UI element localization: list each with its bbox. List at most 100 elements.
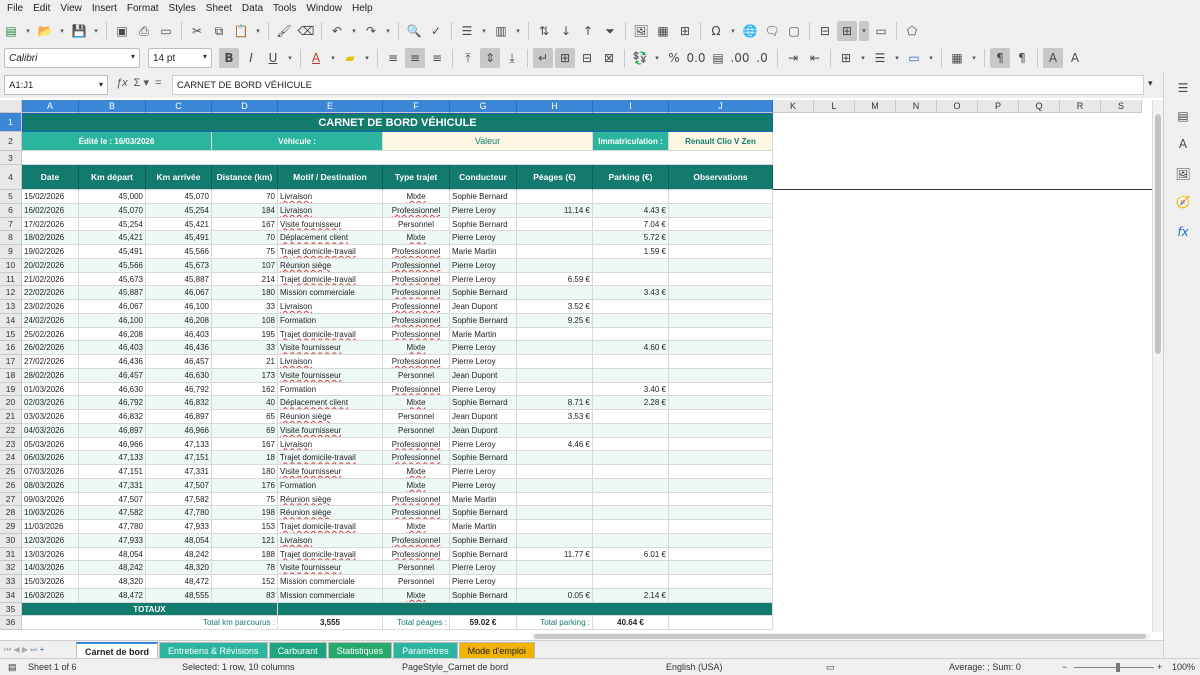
table-cell[interactable]: Formation [278,478,383,493]
observations-cell[interactable] [669,258,773,273]
table-cell[interactable]: Formation [278,382,383,397]
table-cell[interactable]: Réunion siège [278,492,383,507]
blank-row[interactable] [22,151,773,165]
align-bottom-icon[interactable]: ⤓ [502,48,522,68]
table-cell[interactable]: 48,555 [146,588,212,603]
zoom-in-icon[interactable]: + [1157,662,1162,672]
row-header[interactable]: 28 [0,506,22,520]
total-tolls-value[interactable]: 59.02 € [450,616,517,630]
table-cell[interactable]: 46,067 [146,286,212,300]
table-cell[interactable]: 04/03/2026 [22,423,79,438]
table-cell[interactable]: 24/02/2026 [22,313,79,328]
row-header[interactable]: 3 [0,151,22,165]
table-cell[interactable]: 33 [212,300,278,314]
status-language[interactable]: English (USA) [666,662,723,672]
row-header[interactable]: 29 [0,520,22,534]
table-cell[interactable]: Visite fournisseur [278,341,383,355]
column-header-q[interactable]: Q [1019,100,1060,113]
table-cell[interactable]: 70 [212,190,278,204]
table-cell[interactable]: Mixte [383,478,450,493]
table-cell[interactable]: 06/03/2026 [22,451,79,465]
last-sheet-icon[interactable]: ⏭ [30,645,37,655]
table-cell[interactable]: 45,070 [146,190,212,204]
zoom-out-icon[interactable]: − [1062,662,1067,672]
table-cell[interactable]: 46,897 [146,410,212,424]
table-cell[interactable]: Trajet domicile-travail [278,547,383,562]
merge-cells-icon[interactable]: ⊟ [577,48,597,68]
table-cell[interactable] [593,465,669,479]
add-decimal-icon[interactable]: .00 [730,48,750,68]
currency-dropdown-icon[interactable]: ▾ [652,48,662,68]
table-cell[interactable]: Livraison [278,533,383,548]
clone-formatting-icon[interactable]: 🖌 [274,21,294,41]
table-cell[interactable]: Personnel [383,368,450,383]
observations-cell[interactable] [669,355,773,369]
table-cell[interactable]: 48,472 [79,588,146,603]
observations-cell[interactable] [669,588,773,603]
table-cell[interactable]: Pierre Leroy [450,272,517,287]
table-cell[interactable] [517,355,593,369]
table-cell[interactable]: Professionnel [383,437,450,452]
table-cell[interactable]: 48,320 [79,575,146,589]
table-cell[interactable]: Pierre Leroy [450,465,517,479]
borders-icon[interactable]: ⊞ [836,48,856,68]
observations-cell[interactable] [669,327,773,342]
table-cell[interactable] [517,575,593,589]
observations-cell[interactable] [669,368,773,383]
undo-icon[interactable]: ↶ [327,21,347,41]
align-left-icon[interactable]: ≡ [383,48,403,68]
table-cell[interactable] [593,327,669,342]
percent-format-icon[interactable]: % [664,48,684,68]
number-format-icon[interactable]: 0.0 [686,48,706,68]
table-cell[interactable]: 40 [212,396,278,410]
table-cell[interactable]: 75 [212,492,278,507]
row-header[interactable]: 25 [0,465,22,479]
table-cell[interactable] [593,410,669,424]
table-cell[interactable]: Professionnel [383,451,450,465]
font-name-combo[interactable]: Calibri ▾ [4,48,140,68]
left-to-right-icon[interactable]: ¶ [990,48,1010,68]
table-cell[interactable] [517,451,593,465]
column-icon[interactable]: ▥ [491,21,511,41]
row-header[interactable]: 35 [0,602,22,617]
table-cell[interactable]: Trajet domicile-travail [278,520,383,534]
observations-cell[interactable] [669,396,773,410]
table-cell[interactable]: Pierre Leroy [450,437,517,452]
total-km-value[interactable]: 3,555 [278,616,383,630]
table-cell[interactable]: Sophie Bernard [450,506,517,520]
observations-cell[interactable] [669,506,773,520]
table-cell[interactable]: Mixte [383,520,450,534]
table-cell[interactable]: 6.01 € [593,547,669,562]
column-header-g[interactable]: G [450,100,517,113]
sort-descending-icon[interactable]: ↑ [578,21,598,41]
observations-cell[interactable] [669,533,773,548]
table-cell[interactable]: Mixte [383,396,450,410]
table-cell[interactable]: 214 [212,272,278,287]
table-cell[interactable] [517,327,593,342]
column-header-d[interactable]: D [212,100,278,113]
save-dropdown-icon[interactable]: ▾ [91,21,101,41]
table-cell[interactable]: 45,421 [146,217,212,232]
table-cell[interactable] [593,561,669,575]
table-cell[interactable]: 45,070 [79,203,146,218]
table-cell[interactable]: 121 [212,533,278,548]
select-all-corner[interactable] [0,100,22,113]
borders-dropdown-icon[interactable]: ▾ [858,48,868,68]
table-cell[interactable] [517,217,593,232]
properties-icon[interactable]: ▤ [1173,106,1193,126]
table-cell[interactable]: 46,457 [146,355,212,369]
table-cell[interactable]: 45,491 [79,245,146,259]
table-cell[interactable]: 11/03/2026 [22,520,79,534]
observations-cell[interactable] [669,547,773,562]
table-cell[interactable]: 198 [212,506,278,520]
row-header[interactable]: 18 [0,368,22,383]
column-header-s[interactable]: S [1101,100,1142,113]
table-cell[interactable]: 09/03/2026 [22,492,79,507]
autofilter-icon[interactable]: ⏷ [600,21,620,41]
table-cell[interactable]: Jean Dupont [450,368,517,383]
menu-item-insert[interactable]: Insert [87,0,122,18]
table-cell[interactable]: 45,566 [146,245,212,259]
text-orientation-vertical-icon[interactable]: A [1065,48,1085,68]
row-header[interactable]: 1 [0,113,22,132]
observations-cell[interactable] [669,217,773,232]
